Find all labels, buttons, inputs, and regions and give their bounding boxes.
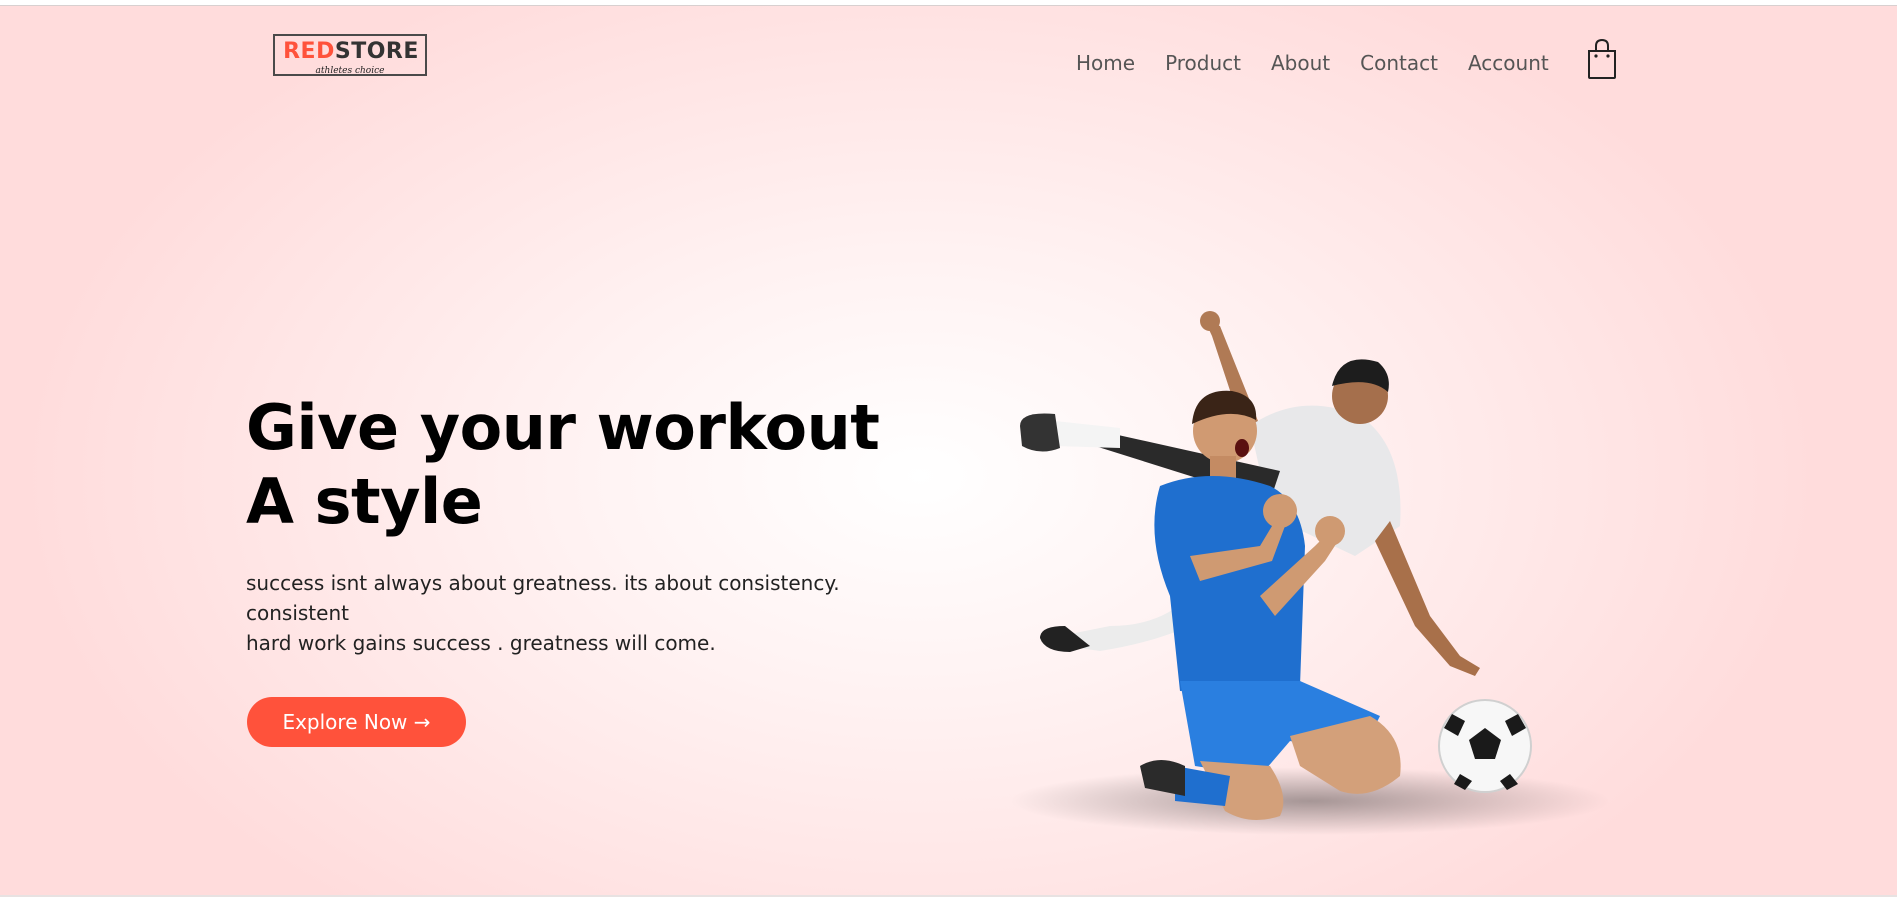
hero-headline: Give your workout A style	[246, 391, 880, 538]
shopping-bag-icon[interactable]	[1586, 38, 1618, 80]
hero-description: success isnt always about greatness. its…	[246, 568, 886, 658]
main-nav: Home Product About Contact Account	[1076, 50, 1579, 76]
nav-item-home[interactable]: Home	[1076, 50, 1135, 76]
soccer-ball	[1438, 699, 1532, 793]
nav-item-product[interactable]: Product	[1165, 50, 1241, 76]
nav-item-about[interactable]: About	[1271, 50, 1330, 76]
nav-item-contact[interactable]: Contact	[1360, 50, 1438, 76]
site-logo[interactable]: REDSTORE athletes choice	[273, 34, 427, 76]
explore-now-button[interactable]: Explore Now →	[247, 697, 466, 747]
logo-wordmark: REDSTORE	[281, 39, 421, 64]
hero-description-line: success isnt always about greatness. its…	[246, 571, 840, 595]
hero-description-line: consistent	[246, 601, 349, 625]
logo-tagline: athletes choice	[315, 66, 385, 76]
logo-dark-part: STORE	[334, 39, 419, 64]
hero-image	[960, 296, 1620, 836]
nav-item-account[interactable]: Account	[1468, 50, 1549, 76]
hero-description-line: hard work gains success . greatness will…	[246, 631, 716, 655]
logo-red-part: RED	[283, 39, 335, 64]
hero-section: REDSTORE athletes choice Home Product Ab…	[0, 5, 1897, 897]
